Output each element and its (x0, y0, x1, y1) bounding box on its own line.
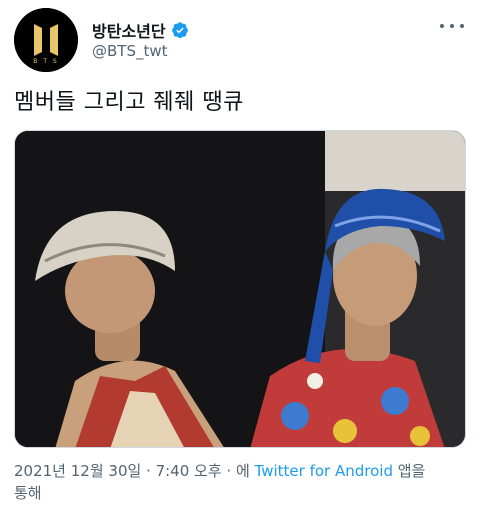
display-name[interactable]: 방탄소년단 (92, 18, 166, 42)
tweet-text: 멤버들 그리고 줴줴 땡큐 (14, 90, 244, 115)
tweet-photo[interactable] (14, 130, 466, 448)
via-suffix: 앱을 (392, 462, 426, 480)
name-row: 방탄소년단 (92, 18, 189, 42)
svg-text:B T S: B T S (33, 58, 58, 65)
photo-image (15, 131, 465, 447)
via-prefix: 에 (235, 462, 255, 480)
verified-badge-icon (171, 22, 188, 39)
bts-logo-icon: B T S (14, 8, 78, 72)
tweet-header: B T S 방탄소년단 @BTS_twt (14, 8, 466, 72)
avatar[interactable]: B T S (14, 8, 78, 72)
tweet-meta: 2021년 12월 30일 · 7:40 오후 · 에 Twitter for … (14, 460, 466, 504)
handle[interactable]: @BTS_twt (92, 42, 168, 60)
more-horizontal-icon[interactable] (440, 16, 464, 36)
via-line2: 통해 (14, 484, 42, 502)
tweet-datetime[interactable]: 2021년 12월 30일 · 7:40 오후 · (14, 462, 236, 480)
source-link[interactable]: Twitter for Android (255, 462, 393, 480)
